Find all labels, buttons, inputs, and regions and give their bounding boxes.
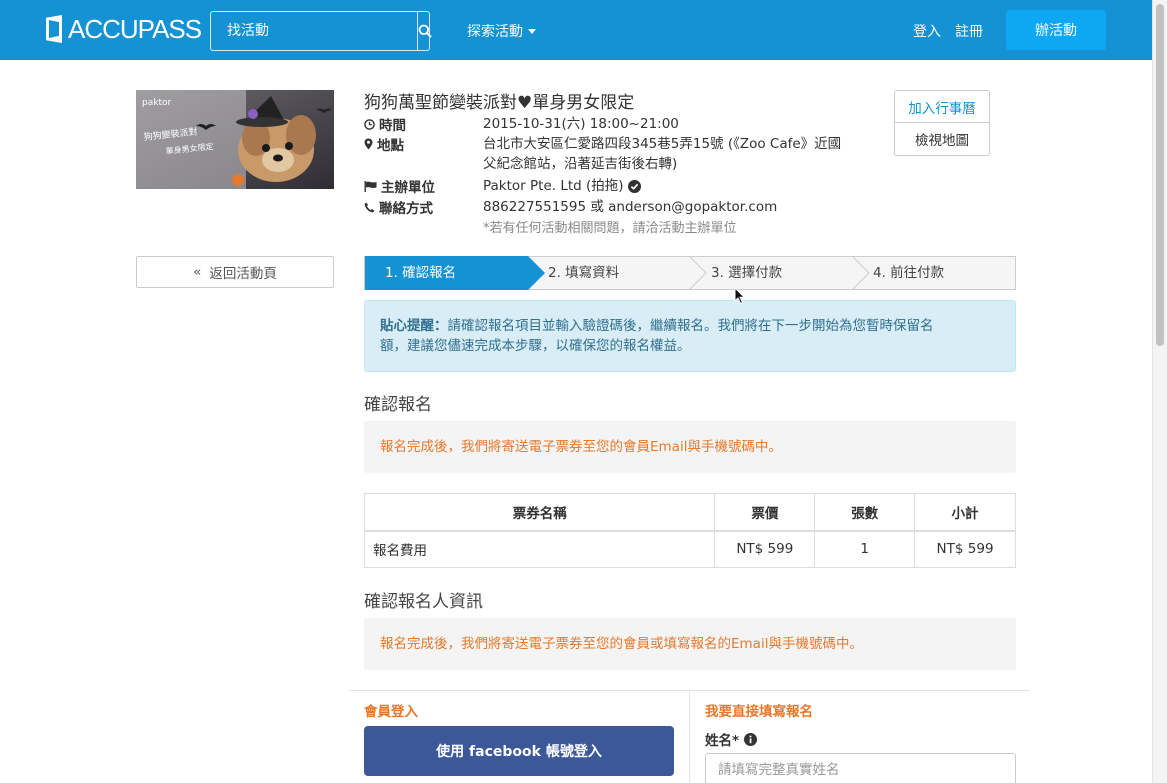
price-cell: NT$ 599 xyxy=(714,530,816,568)
host-event-button[interactable]: 辦活動 xyxy=(1006,10,1106,50)
col-quantity: 張數 xyxy=(814,493,916,532)
phone-icon xyxy=(364,202,375,213)
scrollbar-thumb[interactable] xyxy=(1156,4,1164,346)
reminder-alert: 貼心提醒：請確認報名項目並輸入驗證碼後，繼續報名。我們將在下一步開始為您暫時保留… xyxy=(364,300,1016,372)
contact-label: 聯絡方式 xyxy=(379,201,433,217)
event-banner-image: paktor 狗狗變裝派對 單身男女限定 xyxy=(136,90,334,189)
explore-label: 探索活動 xyxy=(467,24,523,40)
caret-down-icon xyxy=(528,28,536,34)
search-input[interactable] xyxy=(211,12,417,50)
banner-logo-text: paktor xyxy=(142,98,171,108)
table-row: 報名費用 NT$ 599 1 NT$ 599 xyxy=(363,530,1016,568)
name-input[interactable] xyxy=(705,753,1016,783)
direct-registration-title: 我要直接填寫報名 xyxy=(705,704,813,720)
step-separator-icon xyxy=(852,257,870,289)
double-chevron-left-icon: « xyxy=(193,264,202,280)
search-button[interactable] xyxy=(417,12,432,50)
step-4-go-pay: 4. 前往付款 xyxy=(873,265,945,281)
event-banner-art: paktor 狗狗變裝派對 單身男女限定 xyxy=(136,90,334,189)
top-navbar: ACCUPASS 探索活動 登入 註冊 辦活動 xyxy=(0,0,1152,60)
time-value: 2015-10-31(六) 18:00~21:00 xyxy=(483,116,679,132)
organizer-value: Paktor Pte. Ltd (拍拖) xyxy=(483,178,624,194)
reminder-line1: 請確認報名項目並輸入驗證碼後，繼續報名。我們將在下一步開始為您暫時保留名 xyxy=(447,318,934,334)
col-subtotal: 小計 xyxy=(914,493,1016,532)
quantity-cell: 1 xyxy=(814,530,916,568)
location-line1: 台北市大安區仁愛路四段345巷5弄15號 (《Zoo Cafe》近國 xyxy=(483,136,842,152)
step-2-fill-info: 2. 填寫資料 xyxy=(548,265,620,281)
ticket-name-cell: 報名費用 xyxy=(363,530,716,568)
organizer-label: 主辦單位 xyxy=(381,180,435,196)
map-marker-icon xyxy=(364,138,373,150)
back-to-event-button[interactable]: « 返回活動頁 xyxy=(136,256,334,288)
event-title: 狗狗萬聖節變裝派對♥單身男女限定 xyxy=(364,93,635,113)
contact-value: 886227551595 或 anderson@gopaktor.com xyxy=(483,199,778,215)
flag-icon xyxy=(364,180,377,192)
contact-note: *若有任何活動相關問題，請洽活動主辦單位 xyxy=(483,221,737,236)
step-3-payment: 3. 選擇付款 xyxy=(711,265,783,281)
member-login-title: 會員登入 xyxy=(364,704,418,720)
panel-vertical-divider xyxy=(689,690,690,783)
name-label-text: 姓名* xyxy=(705,733,740,749)
explore-events-dropdown[interactable]: 探索活動 xyxy=(467,21,536,41)
accupass-logo[interactable]: ACCUPASS xyxy=(46,13,202,44)
logo-text: ACCUPASS xyxy=(68,13,202,44)
clock-icon xyxy=(364,118,375,130)
back-label: 返回活動頁 xyxy=(209,266,277,282)
subtotal-cell: NT$ 599 xyxy=(914,530,1016,568)
col-ticket-name: 票券名稱 xyxy=(363,493,716,532)
reminder-title: 貼心提醒： xyxy=(380,318,448,334)
step-separator-icon xyxy=(689,257,707,289)
mouse-cursor-icon xyxy=(734,287,746,305)
table-header-row: 票券名稱 票價 張數 小計 xyxy=(363,493,1016,532)
step-1-confirm: 1. 確認報名 xyxy=(365,256,545,290)
verified-check-icon xyxy=(627,179,641,193)
add-to-calendar-button[interactable]: 加入行事曆 xyxy=(894,90,990,123)
login-link[interactable]: 登入 xyxy=(913,21,941,41)
location-label: 地點 xyxy=(377,138,404,154)
event-actions: 加入行事曆 檢視地圖 xyxy=(894,90,990,156)
facebook-login-button[interactable]: 使用 facebook 帳號登入 xyxy=(364,726,674,776)
col-price: 票價 xyxy=(714,493,816,532)
time-label: 時間 xyxy=(379,118,406,134)
search-box xyxy=(210,11,432,51)
reminder-line2: 額，建議您儘速完成本步驟，以確保您的報名權益。 xyxy=(380,338,691,354)
page-scrollbar[interactable] xyxy=(1152,0,1167,783)
confirm-section-title: 確認報名 xyxy=(364,395,432,415)
search-icon xyxy=(418,24,432,38)
ticket-table: 票券名稱 票價 張數 小計 報名費用 NT$ 599 1 NT$ 599 xyxy=(363,493,1016,568)
registration-steps: 1. 確認報名 2. 填寫資料 3. 選擇付款 4. 前往付款 xyxy=(364,256,1016,290)
name-field-label: 姓名* xyxy=(705,729,758,749)
view-map-button[interactable]: 檢視地圖 xyxy=(894,123,990,156)
accupass-logo-icon xyxy=(46,15,62,43)
registrant-section-title: 確認報名人資訊 xyxy=(364,592,483,612)
confirm-notice: 報名完成後，我們將寄送電子票券至您的會員Email與手機號碼中。 xyxy=(364,421,1016,473)
info-circle-icon[interactable] xyxy=(744,732,758,746)
location-line2: 父紀念館站，沿著延吉街後右轉) xyxy=(483,156,678,172)
registrant-notice: 報名完成後，我們將寄送電子票券至您的會員或填寫報名的Email與手機號碼中。 xyxy=(364,618,1016,670)
register-link[interactable]: 註冊 xyxy=(955,21,983,41)
